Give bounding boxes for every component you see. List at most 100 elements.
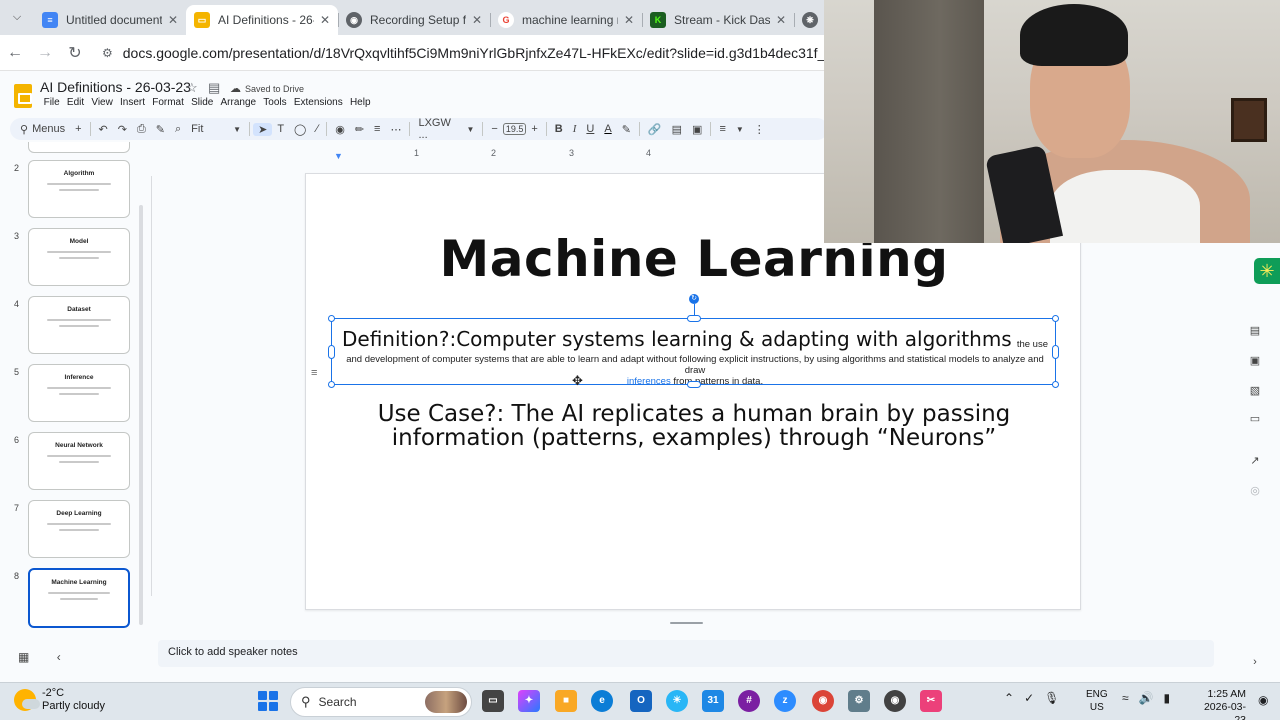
chevron-down-icon[interactable]: ▼ [731,125,749,134]
align-icon[interactable]: ≡ [714,123,730,135]
zoom-icon[interactable]: ⌕ [170,123,186,136]
grid-view-icon[interactable]: ▦ [18,650,29,664]
slide-thumbnail[interactable]: Dataset [28,296,130,354]
gemini-icon[interactable]: ◎ [1248,484,1262,498]
collapse-panel-icon[interactable]: ‹ [57,650,61,664]
chrome-icon[interactable]: ◉ [812,690,834,712]
slide-thumbnail[interactable]: Algorithm [28,160,130,218]
microphone-icon[interactable]: 🎙 [1044,691,1059,705]
notification-icon[interactable]: ◉ [1258,693,1268,707]
star-icon[interactable]: ☆ [186,80,198,96]
file-explorer-icon[interactable]: ■ [555,690,577,712]
select-cursor-icon[interactable]: ➤ [253,122,273,136]
border-color-icon[interactable]: ✏ [350,123,369,136]
taskbar-search[interactable]: ⚲ Search [290,687,472,717]
decrease-font-icon[interactable]: − [486,123,502,135]
underline-icon[interactable]: U [581,123,599,135]
close-icon[interactable]: ✕ [168,13,178,27]
browser-tab-google[interactable]: G machine learning me ✕ [490,5,642,35]
resize-handle[interactable] [328,381,335,388]
chevron-right-icon[interactable]: › [1248,656,1262,670]
close-icon[interactable]: ✕ [320,13,330,27]
redo-icon[interactable]: ↷ [113,123,132,136]
close-icon[interactable]: ✕ [624,13,634,27]
menu-tools[interactable]: Tools [260,97,291,108]
settings-icon[interactable]: ⚙ [848,690,870,712]
browser-tab-recording[interactable]: ◉ Recording Setup for ✕ [338,5,490,35]
calendar-icon[interactable]: 31 [702,690,724,712]
save-status[interactable]: ☁ Saved to Drive [230,82,304,95]
task-view-icon[interactable]: ▭ [482,690,504,712]
contacts-icon[interactable]: ▧ [1248,384,1262,398]
menu-insert[interactable]: Insert [116,97,148,108]
site-settings-icon[interactable]: ⚙ [102,46,113,60]
rotate-handle-icon[interactable]: ↻ [689,294,699,304]
windows-start-icon[interactable] [258,691,278,711]
text-box-icon[interactable]: T [272,123,289,135]
outlook-icon[interactable]: O [630,690,652,712]
increase-font-icon[interactable]: + [526,123,542,135]
border-dash-icon[interactable]: ⋯ [385,123,406,136]
system-clock[interactable]: 1:25 AM 2026-03-23 [1196,688,1246,720]
slack-icon[interactable]: # [738,690,760,712]
drag-handle-icon[interactable]: ≡ [311,367,317,379]
folder-icon[interactable]: ▭ [1248,412,1262,426]
browser-tab-docs[interactable]: ≡ Untitled document - ✕ [34,5,186,35]
menu-edit[interactable]: Edit [63,97,87,108]
print-icon[interactable]: ⎙ [132,123,151,136]
speaker-notes[interactable]: Click to add speaker notes [158,640,1214,667]
menu-file[interactable]: File [40,97,63,108]
bold-icon[interactable]: B [550,123,568,135]
tab-search-icon[interactable]: ⌵ [0,0,34,35]
reload-icon[interactable]: ↻ [60,43,90,63]
image-icon[interactable]: ▣ [687,123,707,136]
resize-handle[interactable] [1052,315,1059,322]
line-spacing-icon[interactable]: ⋮ [749,123,770,136]
zoom-select[interactable]: Fit [186,123,228,135]
move-to-folder-icon[interactable]: ▤ [208,80,220,96]
menu-arrange[interactable]: Arrange [217,97,260,108]
back-icon[interactable]: ← [0,44,30,62]
font-size-input[interactable]: 19.5 [502,123,527,135]
resize-handle[interactable] [328,345,335,359]
slide-thumbnail[interactable]: Inference [28,364,130,422]
undo-icon[interactable]: ↶ [94,123,113,136]
resize-handle[interactable] [1052,381,1059,388]
bluetooth-off-icon[interactable]: ✓ [1024,691,1034,705]
forward-icon[interactable]: → [30,44,60,62]
notes-resize-handle[interactable] [670,622,703,624]
font-select[interactable]: LXGW ... [413,117,461,141]
close-icon[interactable]: ✕ [776,13,786,27]
border-weight-icon[interactable]: ≡ [369,123,385,135]
slide-thumbnail[interactable]: Model [28,228,130,286]
resize-handle[interactable] [687,381,701,388]
shape-icon[interactable]: ◯ [289,123,311,136]
obs-icon[interactable]: ◉ [884,690,906,712]
chevron-up-icon[interactable]: ⌃ [1004,691,1014,705]
italic-icon[interactable]: I [568,123,582,135]
slide-thumbnail[interactable] [28,142,130,153]
text-color-icon[interactable]: A [599,123,616,135]
add-on-icon[interactable]: ↗ [1248,454,1262,468]
tasks-icon[interactable]: ▣ [1248,354,1262,368]
menu-view[interactable]: View [88,97,117,108]
link-icon[interactable]: 🔗 [643,123,667,136]
chevron-down-icon[interactable]: ▼ [461,125,479,134]
quick-settings[interactable]: ≈ 🔊 ▮ [1122,691,1170,705]
document-title[interactable]: AI Definitions - 26-03-23 [40,79,191,95]
snipping-tool-icon[interactable]: ✂ [920,690,942,712]
zoom-icon[interactable]: z [774,690,796,712]
resize-handle[interactable] [328,315,335,322]
sheets-icon[interactable]: ▤ [1248,324,1262,338]
browser-tab-slides[interactable]: ▭ AI Definitions - 26-03 ✕ [186,5,338,35]
copilot-icon[interactable]: ✦ [518,690,540,712]
weather-widget[interactable]: -2°C Partly cloudy [14,687,105,713]
search-menus-button[interactable]: ⚲ Menus [10,123,70,136]
menu-slide[interactable]: Slide [187,97,216,108]
highlight-icon[interactable]: ✎ [617,123,636,136]
use-case-text[interactable]: Use Case?: The AI replicates a human bra… [326,402,1062,450]
resize-handle[interactable] [687,315,701,322]
close-icon[interactable]: ✕ [472,13,482,27]
menu-help[interactable]: Help [346,97,374,108]
slide-thumbnail[interactable]: Deep Learning [28,500,130,558]
